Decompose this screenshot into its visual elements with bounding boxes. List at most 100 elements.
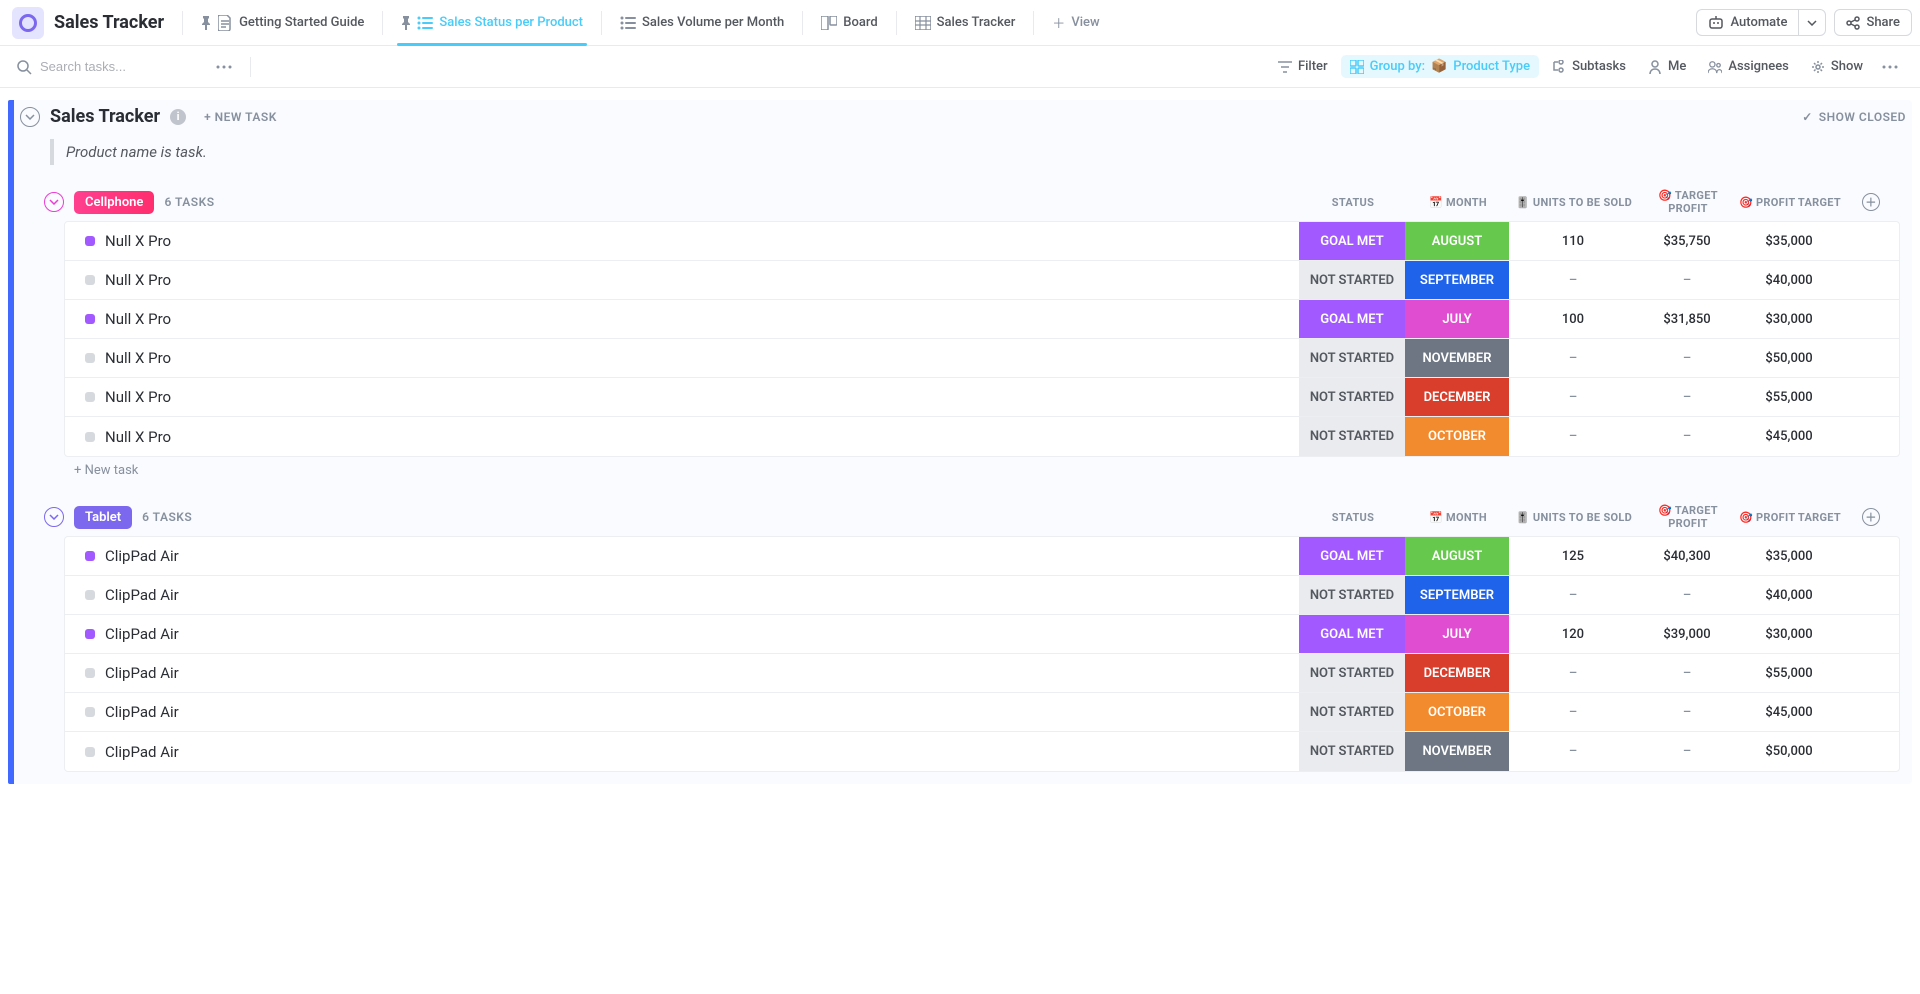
- info-icon[interactable]: i: [170, 109, 186, 125]
- table-row[interactable]: Null X Pro NOT STARTED DECEMBER – – $55,…: [65, 378, 1899, 417]
- target-profit-cell[interactable]: –: [1637, 654, 1737, 692]
- show-closed-button[interactable]: ✓ SHOW CLOSED: [1802, 110, 1906, 124]
- units-cell[interactable]: 110: [1509, 222, 1637, 260]
- month-cell[interactable]: SEPTEMBER: [1405, 261, 1509, 299]
- col-status[interactable]: STATUS: [1300, 511, 1406, 524]
- units-cell[interactable]: 125: [1509, 537, 1637, 575]
- table-row[interactable]: ClipPad Air GOAL MET AUGUST 125 $40,300 …: [65, 537, 1899, 576]
- units-cell[interactable]: –: [1509, 417, 1637, 456]
- me-button[interactable]: Me: [1639, 55, 1695, 78]
- add-column[interactable]: ＋: [1842, 508, 1900, 526]
- profit-target-cell[interactable]: $40,000: [1737, 261, 1841, 299]
- search-wrap[interactable]: [16, 59, 206, 75]
- assignees-button[interactable]: Assignees: [1699, 55, 1798, 78]
- more-options[interactable]: [210, 59, 238, 75]
- status-cell[interactable]: NOT STARTED: [1299, 339, 1405, 377]
- new-task-row[interactable]: + New task: [74, 463, 1900, 478]
- task-name[interactable]: ClipPad Air: [105, 703, 179, 721]
- collapse-toggle[interactable]: [20, 107, 40, 127]
- status-square-icon[interactable]: [85, 432, 95, 442]
- automate-dropdown[interactable]: [1798, 9, 1826, 36]
- units-cell[interactable]: –: [1509, 261, 1637, 299]
- status-cell[interactable]: GOAL MET: [1299, 615, 1405, 653]
- status-square-icon[interactable]: [85, 747, 95, 757]
- target-profit-cell[interactable]: $35,750: [1637, 222, 1737, 260]
- col-month[interactable]: 📅 MONTH: [1406, 196, 1510, 209]
- add-view-button[interactable]: ＋ View: [1040, 13, 1111, 32]
- col-units[interactable]: 🎚️ UNITS TO BE SOLD: [1510, 196, 1638, 209]
- table-row[interactable]: Null X Pro GOAL MET AUGUST 110 $35,750 $…: [65, 222, 1899, 261]
- groupby-button[interactable]: Group by: 📦 Product Type: [1341, 55, 1539, 78]
- search-input[interactable]: [40, 59, 160, 74]
- units-cell[interactable]: –: [1509, 378, 1637, 416]
- table-row[interactable]: Null X Pro GOAL MET JULY 100 $31,850 $30…: [65, 300, 1899, 339]
- status-square-icon[interactable]: [85, 551, 95, 561]
- status-cell[interactable]: GOAL MET: [1299, 537, 1405, 575]
- status-square-icon[interactable]: [85, 629, 95, 639]
- tab-sales-tracker[interactable]: Sales Tracker: [903, 0, 1028, 46]
- target-profit-cell[interactable]: $40,300: [1637, 537, 1737, 575]
- profit-target-cell[interactable]: $55,000: [1737, 654, 1841, 692]
- new-task-button[interactable]: + NEW TASK: [204, 110, 277, 124]
- month-cell[interactable]: AUGUST: [1405, 537, 1509, 575]
- status-square-icon[interactable]: [85, 707, 95, 717]
- month-cell[interactable]: SEPTEMBER: [1405, 576, 1509, 614]
- show-button[interactable]: Show: [1802, 55, 1872, 78]
- profit-target-cell[interactable]: $30,000: [1737, 300, 1841, 338]
- col-profit-target[interactable]: 🎯 PROFIT TARGET: [1738, 511, 1842, 524]
- profit-target-cell[interactable]: $35,000: [1737, 537, 1841, 575]
- table-row[interactable]: Null X Pro NOT STARTED NOVEMBER – – $50,…: [65, 339, 1899, 378]
- col-target-profit[interactable]: 🎯 TARGET PROFIT: [1638, 504, 1738, 530]
- month-cell[interactable]: DECEMBER: [1405, 654, 1509, 692]
- profit-target-cell[interactable]: $50,000: [1737, 732, 1841, 771]
- status-square-icon[interactable]: [85, 275, 95, 285]
- table-row[interactable]: ClipPad Air NOT STARTED SEPTEMBER – – $4…: [65, 576, 1899, 615]
- month-cell[interactable]: JULY: [1405, 615, 1509, 653]
- units-cell[interactable]: –: [1509, 693, 1637, 731]
- status-square-icon[interactable]: [85, 314, 95, 324]
- toolbar-more[interactable]: [1876, 59, 1904, 75]
- status-cell[interactable]: GOAL MET: [1299, 300, 1405, 338]
- units-cell[interactable]: 120: [1509, 615, 1637, 653]
- profit-target-cell[interactable]: $35,000: [1737, 222, 1841, 260]
- col-units[interactable]: 🎚️ UNITS TO BE SOLD: [1510, 511, 1638, 524]
- share-button[interactable]: Share: [1834, 9, 1912, 36]
- status-square-icon[interactable]: [85, 668, 95, 678]
- table-row[interactable]: Null X Pro NOT STARTED OCTOBER – – $45,0…: [65, 417, 1899, 456]
- status-square-icon[interactable]: [85, 392, 95, 402]
- table-row[interactable]: ClipPad Air NOT STARTED DECEMBER – – $55…: [65, 654, 1899, 693]
- target-profit-cell[interactable]: $31,850: [1637, 300, 1737, 338]
- profit-target-cell[interactable]: $40,000: [1737, 576, 1841, 614]
- month-cell[interactable]: JULY: [1405, 300, 1509, 338]
- task-name[interactable]: ClipPad Air: [105, 664, 179, 682]
- units-cell[interactable]: –: [1509, 576, 1637, 614]
- month-cell[interactable]: NOVEMBER: [1405, 339, 1509, 377]
- status-square-icon[interactable]: [85, 590, 95, 600]
- group-collapse-toggle[interactable]: [44, 192, 64, 212]
- task-name[interactable]: ClipPad Air: [105, 586, 179, 604]
- task-name[interactable]: Null X Pro: [105, 310, 171, 328]
- status-cell[interactable]: NOT STARTED: [1299, 261, 1405, 299]
- month-cell[interactable]: NOVEMBER: [1405, 732, 1509, 771]
- target-profit-cell[interactable]: –: [1637, 261, 1737, 299]
- target-profit-cell[interactable]: –: [1637, 693, 1737, 731]
- target-profit-cell[interactable]: –: [1637, 417, 1737, 456]
- subtasks-button[interactable]: Subtasks: [1543, 55, 1635, 78]
- status-square-icon[interactable]: [85, 353, 95, 363]
- table-row[interactable]: ClipPad Air GOAL MET JULY 120 $39,000 $3…: [65, 615, 1899, 654]
- table-row[interactable]: ClipPad Air NOT STARTED NOVEMBER – – $50…: [65, 732, 1899, 771]
- col-profit-target[interactable]: 🎯 PROFIT TARGET: [1738, 196, 1842, 209]
- tab-volume-per-month[interactable]: Sales Volume per Month: [608, 0, 796, 46]
- month-cell[interactable]: DECEMBER: [1405, 378, 1509, 416]
- status-cell[interactable]: NOT STARTED: [1299, 378, 1405, 416]
- col-target-profit[interactable]: 🎯 TARGET PROFIT: [1638, 189, 1738, 215]
- status-cell[interactable]: GOAL MET: [1299, 222, 1405, 260]
- units-cell[interactable]: –: [1509, 732, 1637, 771]
- status-cell[interactable]: NOT STARTED: [1299, 693, 1405, 731]
- group-name-pill[interactable]: Cellphone: [74, 191, 154, 214]
- group-collapse-toggle[interactable]: [44, 507, 64, 527]
- month-cell[interactable]: OCTOBER: [1405, 693, 1509, 731]
- tab-getting-started[interactable]: Getting Started Guide: [189, 0, 376, 46]
- add-column[interactable]: ＋: [1842, 193, 1900, 211]
- profit-target-cell[interactable]: $45,000: [1737, 693, 1841, 731]
